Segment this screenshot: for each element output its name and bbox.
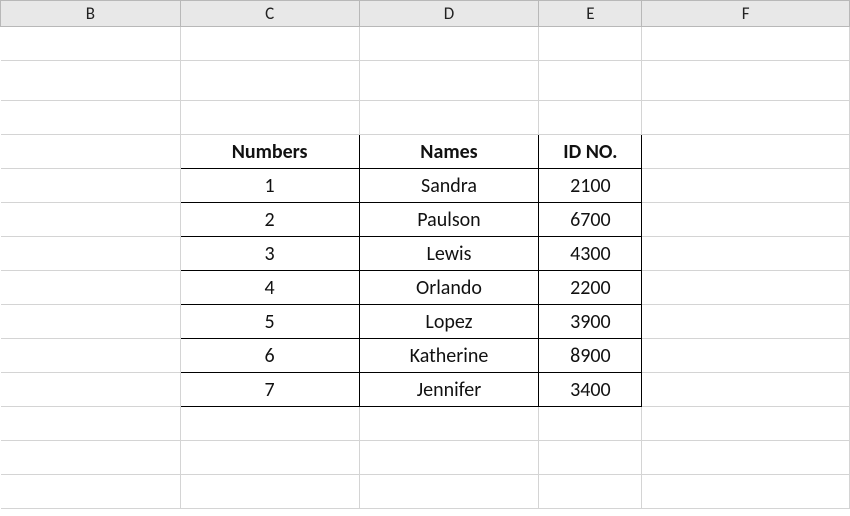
cell-b8[interactable] <box>1 237 181 271</box>
cell-f15[interactable] <box>642 475 850 509</box>
cell-f2[interactable] <box>642 27 850 61</box>
table-header-numbers[interactable]: Numbers <box>180 135 359 169</box>
cell-d3[interactable] <box>359 61 539 101</box>
cell-number[interactable]: 5 <box>180 305 359 339</box>
cell-name[interactable]: Jennifer <box>359 373 539 407</box>
cell-f9[interactable] <box>642 271 850 305</box>
cell-c13[interactable] <box>180 407 359 441</box>
table-header-names[interactable]: Names <box>359 135 539 169</box>
table-row: 4 Orlando 2200 <box>1 271 850 305</box>
cell-c2[interactable] <box>180 27 359 61</box>
cell-id[interactable]: 6700 <box>539 203 642 237</box>
cell-d13[interactable] <box>359 407 539 441</box>
cell-id[interactable]: 3900 <box>539 305 642 339</box>
cell-f8[interactable] <box>642 237 850 271</box>
cell-f7[interactable] <box>642 203 850 237</box>
table-header-id-no[interactable]: ID NO. <box>539 135 642 169</box>
cell-id[interactable]: 2200 <box>539 271 642 305</box>
cell-b13[interactable] <box>1 407 181 441</box>
table-row: 5 Lopez 3900 <box>1 305 850 339</box>
cell-f5[interactable] <box>642 135 850 169</box>
cell-b11[interactable] <box>1 339 181 373</box>
cell-name[interactable]: Lewis <box>359 237 539 271</box>
table-row: 6 Katherine 8900 <box>1 339 850 373</box>
cell-d14[interactable] <box>359 441 539 475</box>
cell-name[interactable]: Katherine <box>359 339 539 373</box>
cell-f10[interactable] <box>642 305 850 339</box>
cell-number[interactable]: 2 <box>180 203 359 237</box>
table-row: 2 Paulson 6700 <box>1 203 850 237</box>
cell-f12[interactable] <box>642 373 850 407</box>
cell-f11[interactable] <box>642 339 850 373</box>
cell-name[interactable]: Sandra <box>359 169 539 203</box>
cell-e13[interactable] <box>539 407 642 441</box>
cell-id[interactable]: 4300 <box>539 237 642 271</box>
cell-number[interactable]: 7 <box>180 373 359 407</box>
cell-e14[interactable] <box>539 441 642 475</box>
col-header-d[interactable]: D <box>359 1 539 27</box>
col-header-e[interactable]: E <box>539 1 642 27</box>
table-row: 3 Lewis 4300 <box>1 237 850 271</box>
cell-e3[interactable] <box>539 61 642 101</box>
cell-e2[interactable] <box>539 27 642 61</box>
cell-f6[interactable] <box>642 169 850 203</box>
cell-f14[interactable] <box>642 441 850 475</box>
cell-c4[interactable] <box>180 101 359 135</box>
table-row: 1 Sandra 2100 <box>1 169 850 203</box>
cell-f13[interactable] <box>642 407 850 441</box>
cell-b4[interactable] <box>1 101 181 135</box>
cell-b6[interactable] <box>1 169 181 203</box>
cell-b7[interactable] <box>1 203 181 237</box>
cell-b10[interactable] <box>1 305 181 339</box>
spreadsheet-grid[interactable]: B C D E F Nu <box>0 0 850 509</box>
col-header-f[interactable]: F <box>642 1 850 27</box>
cell-b14[interactable] <box>1 441 181 475</box>
cell-name[interactable]: Paulson <box>359 203 539 237</box>
cell-d15[interactable] <box>359 475 539 509</box>
cell-number[interactable]: 6 <box>180 339 359 373</box>
cell-number[interactable]: 4 <box>180 271 359 305</box>
cell-c15[interactable] <box>180 475 359 509</box>
cell-b2[interactable] <box>1 27 181 61</box>
table-row: 7 Jennifer 3400 <box>1 373 850 407</box>
cell-id[interactable]: 8900 <box>539 339 642 373</box>
cell-id[interactable]: 3400 <box>539 373 642 407</box>
cell-c3[interactable] <box>180 61 359 101</box>
cell-f4[interactable] <box>642 101 850 135</box>
cell-id[interactable]: 2100 <box>539 169 642 203</box>
cell-f3[interactable] <box>642 61 850 101</box>
cell-d2[interactable] <box>359 27 539 61</box>
cell-b15[interactable] <box>1 475 181 509</box>
col-header-c[interactable]: C <box>180 1 359 27</box>
cell-number[interactable]: 3 <box>180 237 359 271</box>
cell-b5[interactable] <box>1 135 181 169</box>
cell-b9[interactable] <box>1 271 181 305</box>
cell-name[interactable]: Orlando <box>359 271 539 305</box>
cell-number[interactable]: 1 <box>180 169 359 203</box>
cell-d4[interactable] <box>359 101 539 135</box>
cell-name[interactable]: Lopez <box>359 305 539 339</box>
cell-b3[interactable] <box>1 61 181 101</box>
cell-e15[interactable] <box>539 475 642 509</box>
column-header-row: B C D E F <box>1 1 850 27</box>
cell-b12[interactable] <box>1 373 181 407</box>
cell-e4[interactable] <box>539 101 642 135</box>
col-header-b[interactable]: B <box>1 1 181 27</box>
cell-c14[interactable] <box>180 441 359 475</box>
